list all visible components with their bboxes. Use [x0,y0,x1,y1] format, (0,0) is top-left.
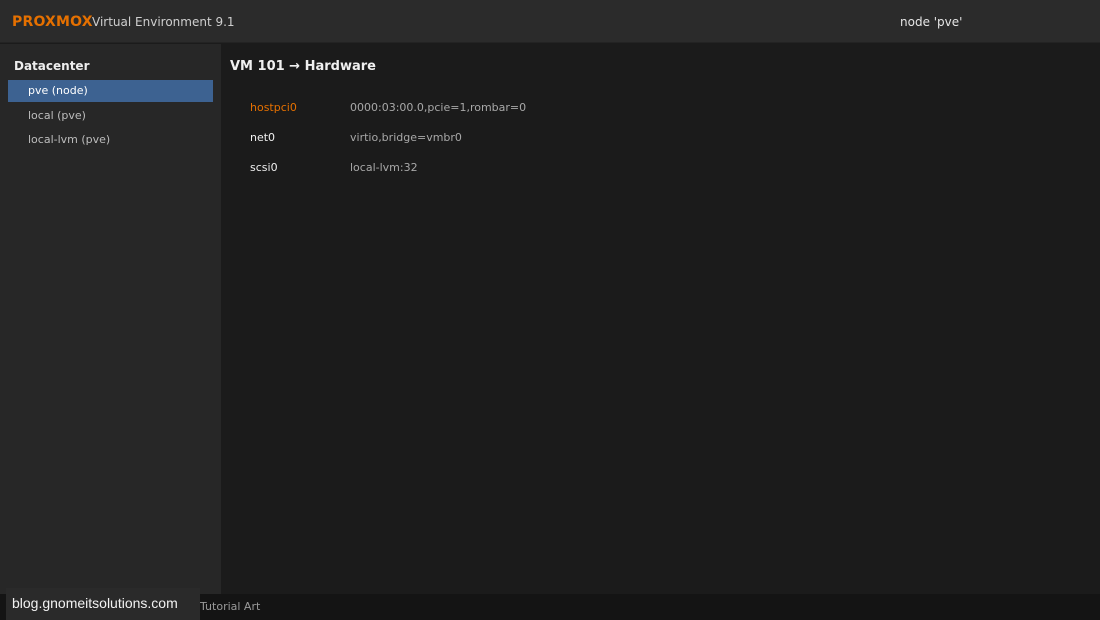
tree-item-local-storage[interactable]: local (pve) [8,105,213,127]
tree-root-datacenter[interactable]: Datacenter [14,59,89,73]
product-version: Virtual Environment 9.1 [92,15,235,29]
hardware-row-hostpci0[interactable]: hostpci0 0000:03:00.0,pcie=1,rombar=0 [250,98,850,118]
hardware-row-net0[interactable]: net0 virtio,bridge=vmbr0 [250,128,850,148]
hardware-key: scsi0 [250,161,278,174]
main-panel: VM 101 → Hardware hostpci0 0000:03:00.0,… [221,44,1100,594]
tree-item-label: pve (node) [28,84,88,97]
resource-tree: Datacenter pve (node) local (pve) local-… [0,44,221,594]
tree-item-label: local (pve) [28,109,86,122]
footer-text: Tutorial Art [200,600,261,613]
hardware-value: 0000:03:00.0,pcie=1,rombar=0 [350,101,527,114]
tree-item-local-lvm-storage[interactable]: local-lvm (pve) [8,129,213,151]
hardware-row-scsi0[interactable]: scsi0 local-lvm:32 [250,158,850,178]
top-bar: PROXMOX Virtual Environment 9.1 node 'pv… [0,0,1100,43]
tree-item-pve-node[interactable]: pve (node) [8,80,213,102]
tree-item-label: local-lvm (pve) [28,133,111,146]
hardware-value: virtio,bridge=vmbr0 [350,131,462,144]
hardware-value: local-lvm:32 [350,161,418,174]
hardware-key: hostpci0 [250,101,297,114]
node-indicator: node 'pve' [900,15,963,29]
page-title: VM 101 → Hardware [230,59,376,74]
hardware-key: net0 [250,131,276,144]
watermark: blog.gnomeitsolutions.com [6,588,200,620]
proxmox-logo[interactable]: PROXMOX [12,14,93,30]
